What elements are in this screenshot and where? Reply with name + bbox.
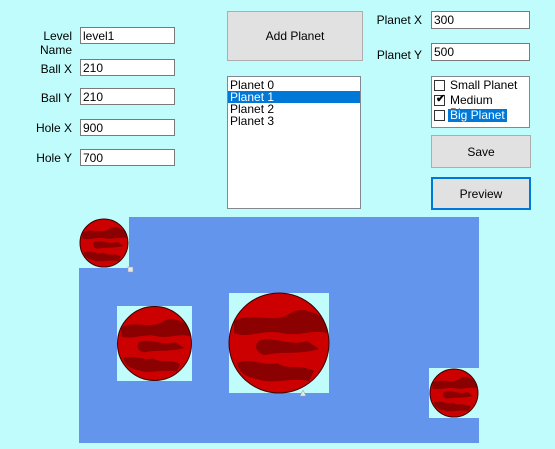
planet-1[interactable]	[117, 306, 192, 381]
level-preview-canvas[interactable]	[0, 0, 555, 449]
planet-2[interactable]	[228, 292, 330, 394]
planet-3[interactable]	[429, 368, 479, 418]
ball-marker	[127, 266, 134, 273]
planet-0[interactable]	[79, 218, 129, 268]
